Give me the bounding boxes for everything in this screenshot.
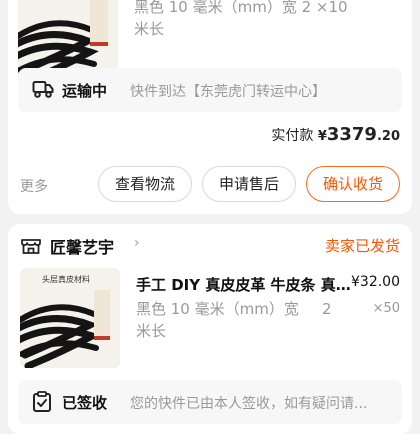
product-spec-unit: 米长 (136, 322, 167, 340)
paid-label: 实付款 (271, 128, 314, 144)
product-quantity: ×50 (372, 301, 400, 316)
order-status: 卖家已发货 (324, 237, 400, 255)
amount-decimal: .20 (376, 129, 400, 144)
product-spec: 黑色 10 毫米（mm）宽 2 ×10 (134, 0, 348, 16)
more-link[interactable]: 更多 (20, 176, 48, 196)
product-price: ¥32.00 (351, 274, 400, 290)
chevron-right-icon[interactable]: › (134, 235, 140, 251)
paid-amount: 实付款 ¥3379.20 (271, 124, 400, 145)
logistics-row[interactable]: 已签收 您的快件已由本人签收，如有疑问请... (18, 380, 402, 424)
confirm-receipt-button[interactable]: 确认收货 (306, 166, 400, 202)
product-spec-size: 2 (322, 300, 332, 318)
product-spec-unit: 米长 (134, 20, 165, 38)
image-caption: 头层真皮材料 (42, 274, 90, 284)
view-logistics-button[interactable]: 查看物流 (98, 166, 192, 202)
product-title[interactable]: 手工 DIY 真皮皮革 牛皮条 真… (136, 274, 351, 295)
product-image[interactable]: 头层真皮材料 (20, 268, 120, 368)
logistics-status: 运输中 (62, 82, 108, 100)
after-sales-button[interactable]: 申请售后 (202, 166, 296, 202)
shop-icon (20, 236, 42, 260)
product-spec: 黑色 10 毫米（mm）宽 (136, 300, 299, 318)
shop-name[interactable]: 匠馨艺宇 (50, 234, 114, 258)
order-card: 黑色 10 毫米（mm）宽 2 ×10 米长 运输中 快件到达【东莞虎门转运中心… (8, 0, 412, 214)
amount-integer: 3379 (326, 124, 377, 145)
currency-symbol: ¥ (317, 129, 327, 144)
logistics-detail: 您的快件已由本人签收，如有疑问请... (130, 396, 368, 412)
logistics-detail: 快件到达【东莞虎门转运中心】 (130, 84, 326, 100)
logistics-status: 已签收 (62, 394, 108, 412)
order-card: 匠馨艺宇 › 卖家已发货 头层真皮材料 手工 DIY 真皮皮革 牛皮条 真… ¥… (8, 224, 412, 434)
signed-clipboard-icon (32, 391, 52, 417)
logistics-row[interactable]: 运输中 快件到达【东莞虎门转运中心】 (18, 68, 402, 112)
truck-icon (32, 79, 54, 103)
